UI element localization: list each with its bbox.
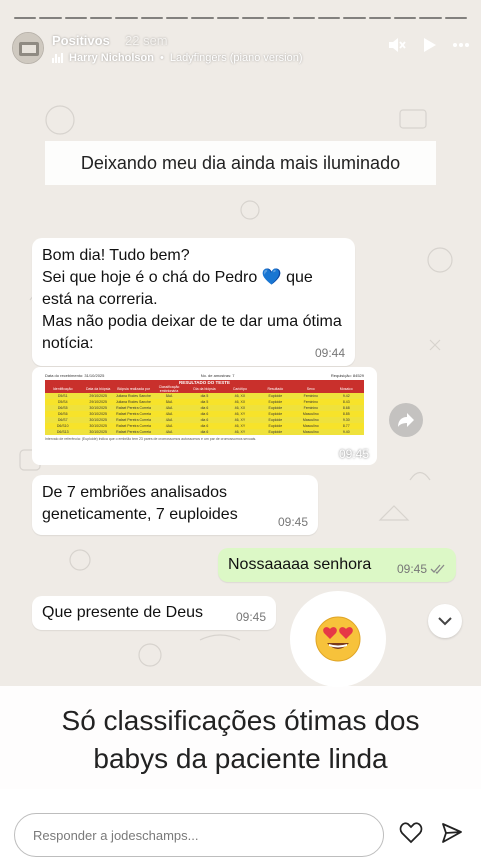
progress-segment — [191, 17, 214, 19]
music-info[interactable]: Harry Nicholson • Ladyfingers (piano ver… — [52, 52, 303, 64]
incoming-message: De 7 embriões analisados geneticamente, … — [32, 475, 318, 535]
play-icon[interactable] — [423, 37, 437, 53]
table-header: Sexo — [293, 385, 329, 393]
outgoing-message: Nossaaaaa senhora 09:45 — [218, 548, 456, 582]
table-header: Classificação embrionária — [151, 385, 187, 393]
forward-icon — [398, 413, 414, 427]
more-options-icon[interactable] — [453, 43, 469, 47]
mute-icon[interactable] — [387, 36, 407, 54]
message-text: De 7 embriões analisados geneticamente, … — [42, 484, 238, 523]
progress-segment — [368, 17, 391, 19]
message-time: 09:45 — [396, 562, 427, 576]
heart-eyes-emoji-icon — [315, 616, 361, 662]
doc-footnote: Intervalo de referência: (Euploide) indi… — [45, 437, 257, 441]
music-artist: Harry Nicholson — [69, 52, 154, 64]
progress-segment — [14, 17, 37, 19]
message-time: 09:44 — [314, 346, 345, 360]
progress-segment — [64, 17, 87, 19]
reply-footer — [0, 789, 481, 867]
progress-segment — [140, 17, 163, 19]
message-time: 09:45 — [235, 610, 266, 624]
caption-top: Deixando meu dia ainda mais iluminado — [45, 141, 436, 185]
progress-segment — [444, 17, 467, 19]
double-check-icon — [430, 564, 445, 574]
image-message[interactable]: Data do recebimento: 31/10/2025 No. de a… — [32, 367, 377, 465]
progress-segment — [393, 17, 417, 19]
story-header: Positivos 22 sem Harry Nicholson • Ladyf… — [12, 30, 469, 70]
progress-segment — [115, 17, 138, 19]
heart-icon — [399, 822, 423, 844]
story-progress-bar — [14, 17, 467, 19]
incoming-message: Bom dia! Tudo bem? Sei que hoje é o chá … — [32, 238, 355, 366]
progress-segment — [216, 17, 239, 19]
progress-segment — [267, 17, 290, 19]
progress-segment — [419, 17, 442, 19]
progress-segment — [39, 17, 62, 19]
table-header: Dia da biópsia — [186, 385, 223, 393]
table-header: Biópsia realizada por — [115, 385, 152, 393]
forward-button[interactable] — [389, 403, 423, 437]
like-button[interactable] — [399, 822, 423, 849]
reaction-bubble[interactable] — [290, 591, 386, 687]
table-header: Data da biópsia — [80, 385, 116, 393]
result-table: Identificação Data da biópsia Biópsia real… — [45, 385, 364, 435]
table-header: Resultado — [257, 385, 294, 393]
music-track: Ladyfingers (piano version) — [169, 52, 303, 64]
message-time: 09:45 — [338, 447, 369, 461]
message-text: Bom dia! Tudo bem? Sei que hoje é o chá … — [42, 247, 342, 352]
scroll-down-button[interactable] — [428, 604, 462, 638]
message-text: Que presente de Deus — [42, 604, 203, 621]
progress-segment — [165, 17, 189, 19]
incoming-message: Que presente de Deus 09:45 — [32, 596, 276, 630]
progress-segment — [343, 17, 366, 19]
doc-received-date: Data do recebimento: 31/10/2025 — [45, 373, 105, 378]
reply-field[interactable] — [14, 813, 384, 857]
test-result-document: Data do recebimento: 31/10/2025 No. de a… — [35, 370, 374, 462]
chevron-down-icon — [438, 616, 452, 625]
send-icon — [442, 823, 462, 843]
progress-segment — [89, 17, 113, 19]
table-header: Identificação — [45, 385, 81, 393]
post-time: 22 sem — [125, 33, 168, 48]
reply-input[interactable] — [33, 827, 383, 843]
username[interactable]: Positivos — [52, 33, 110, 48]
doc-request-number: Requisição: 84529 — [330, 373, 364, 378]
send-button[interactable] — [441, 822, 463, 849]
table-header: Cariótipo — [222, 385, 258, 393]
progress-segment — [292, 17, 315, 19]
table-header: Mosaico — [328, 385, 364, 393]
doc-sample-count: No. de amostras: 7 — [200, 373, 235, 378]
story-viewer[interactable]: Positivos 22 sem Harry Nicholson • Ladyf… — [0, 0, 481, 867]
caption-bottom: Só classificações ótimas dos babys da pa… — [0, 686, 481, 789]
progress-segment — [317, 17, 341, 19]
message-time: 09:45 — [277, 515, 308, 529]
progress-segment — [241, 17, 265, 19]
audio-bars-icon — [52, 53, 63, 63]
avatar[interactable] — [12, 32, 44, 64]
music-separator: • — [159, 52, 164, 64]
